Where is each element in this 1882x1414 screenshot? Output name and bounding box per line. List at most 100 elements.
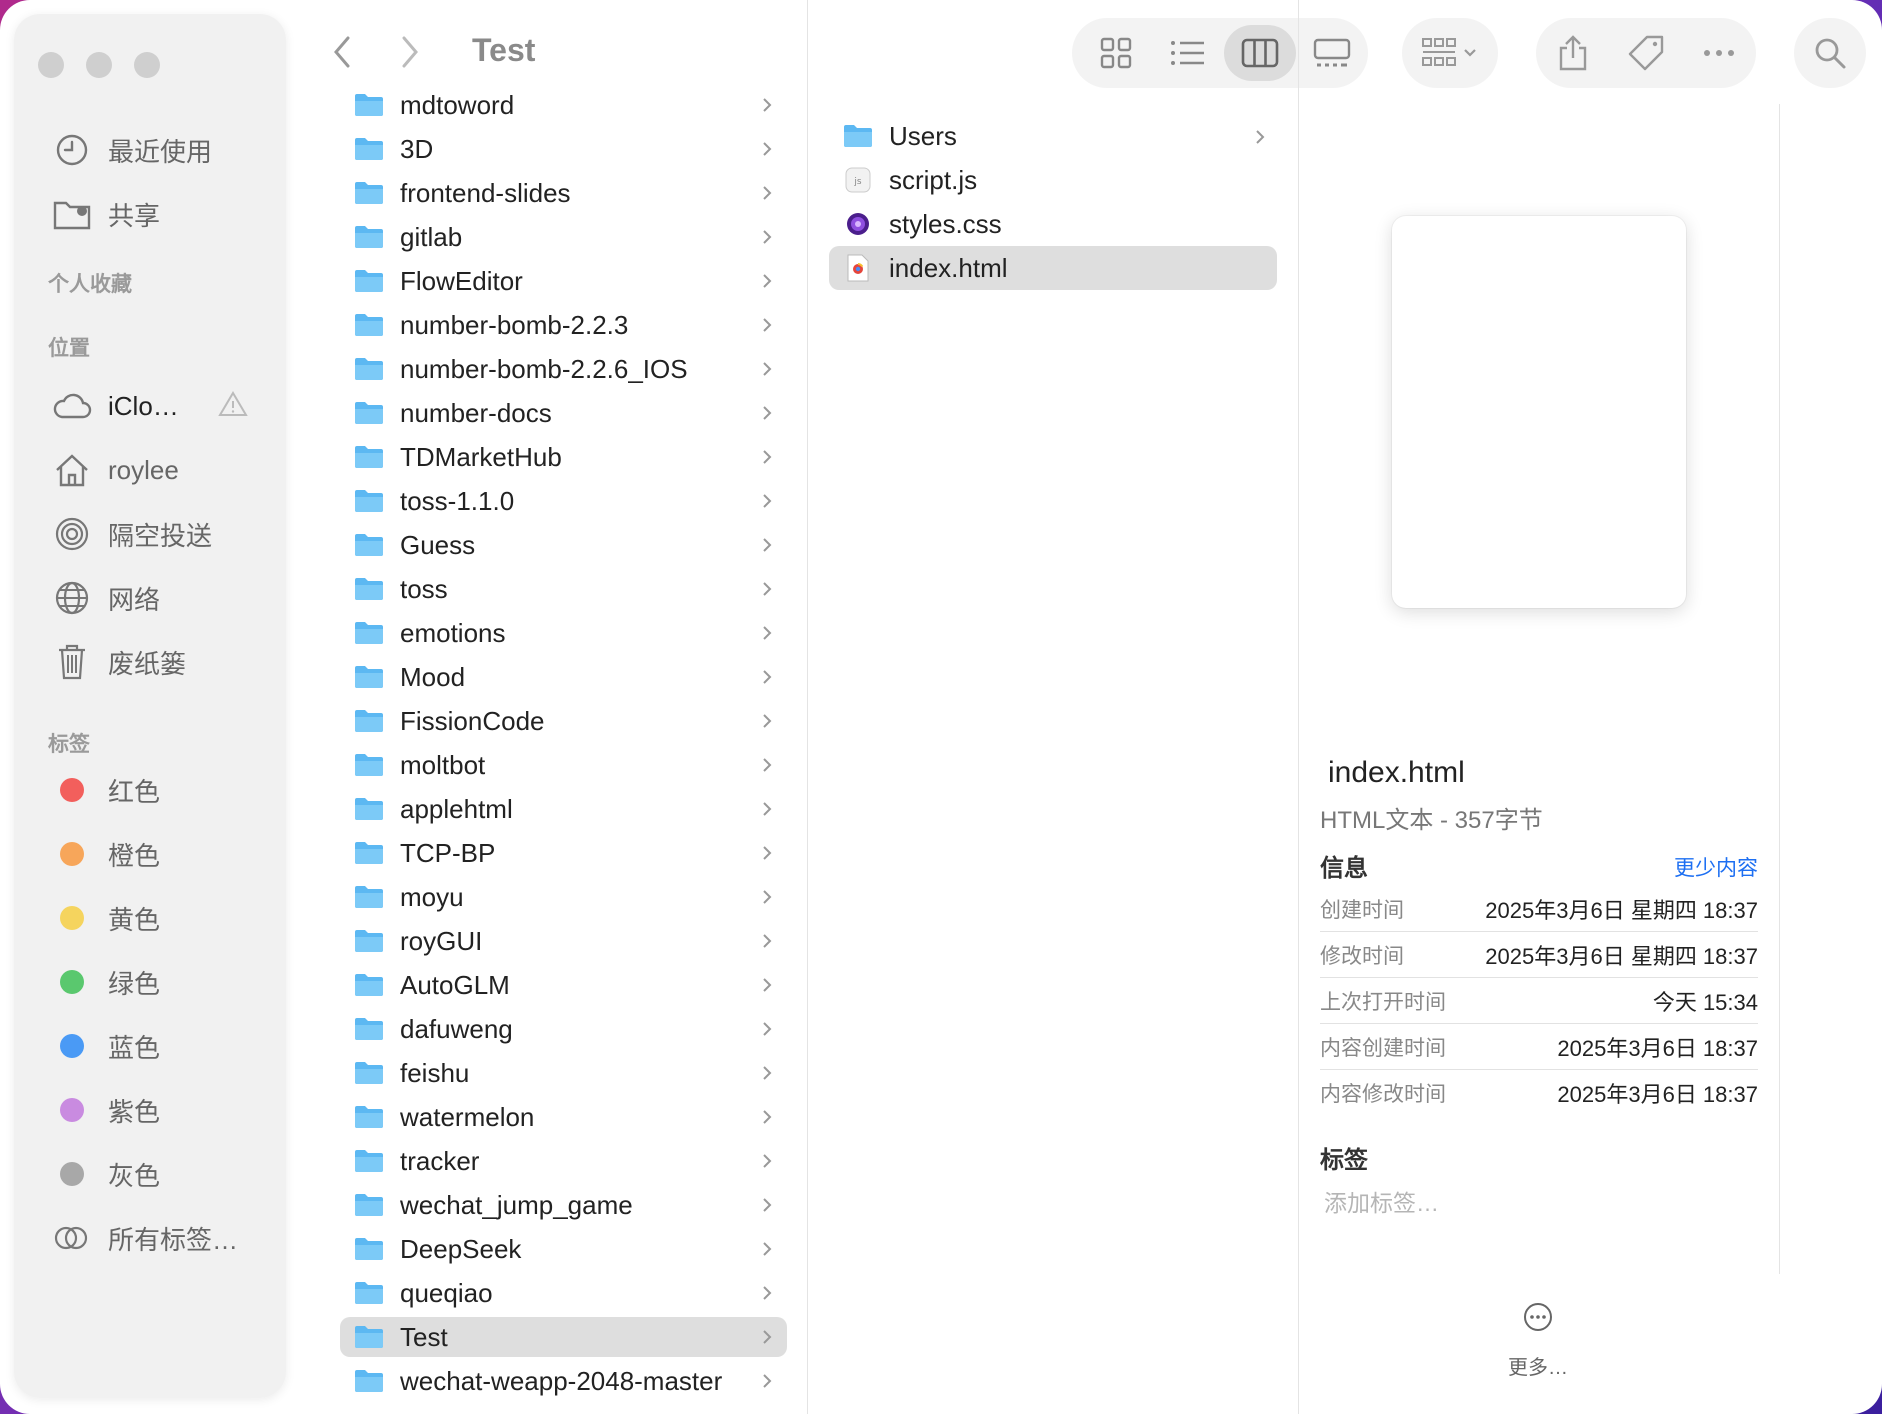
sidebar-item-network[interactable]: 网络 (52, 572, 160, 624)
folder-row[interactable]: feishu (340, 1053, 787, 1093)
folder-name: watermelon (400, 1101, 535, 1132)
folder-row[interactable]: wechat_jump_game (340, 1185, 787, 1225)
chevron-right-icon (757, 405, 777, 421)
folder-icon (354, 577, 384, 601)
folder-name: number-bomb-2.2.6_IOS (400, 353, 688, 384)
folder-row[interactable]: applehtml (340, 789, 787, 829)
chevron-right-icon (757, 1197, 777, 1213)
sidebar-item-recents[interactable]: 最近使用 (52, 124, 212, 176)
folder-row[interactable]: 3D (340, 129, 787, 169)
folder-row[interactable]: DeepSeek (340, 1229, 787, 1269)
more-button[interactable]: 更多… (1468, 1302, 1608, 1380)
folder-name: dafuweng (400, 1013, 513, 1044)
file-row-users[interactable]: Users (829, 114, 1277, 158)
folder-row[interactable]: dafuweng (340, 1009, 787, 1049)
zoom-button[interactable] (134, 52, 160, 78)
file-row-script-js[interactable]: js script.js (829, 158, 1277, 202)
folder-row[interactable]: Test (340, 1317, 787, 1357)
folder-row[interactable]: gitlab (340, 217, 787, 257)
sidebar-item-airdrop[interactable]: 隔空投送 (52, 508, 212, 560)
sidebar-item-home[interactable]: roylee (52, 444, 179, 496)
folder-row[interactable]: AutoGLM (340, 965, 787, 1005)
folder-row[interactable]: FissionCode (340, 701, 787, 741)
file-thumbnail (1392, 216, 1686, 608)
warning-icon[interactable] (218, 390, 248, 423)
shared-folder-icon (52, 194, 92, 234)
column-2: Users js script.js styles.css index.html (809, 0, 1299, 1414)
info-key: 内容修改时间 (1320, 1083, 1446, 1106)
chevron-right-icon (757, 1373, 777, 1389)
folder-row[interactable]: number-bomb-2.2.3 (340, 305, 787, 345)
folder-icon (354, 797, 384, 821)
folder-row[interactable]: moyu (340, 877, 787, 917)
folder-row[interactable]: TCP-BP (340, 833, 787, 873)
tag-dot-icon (52, 834, 92, 874)
folder-row[interactable]: queqiao (340, 1273, 787, 1313)
folder-row[interactable]: emotions (340, 613, 787, 653)
chevron-right-icon (757, 493, 777, 509)
folder-icon (354, 709, 384, 733)
folder-icon (354, 93, 384, 117)
folder-name: wechat_jump_game (400, 1189, 633, 1220)
sidebar-tag-red[interactable]: 红色 (52, 764, 160, 816)
info-row-created: 创建时间 2025年3月6日 星期四 18:37 (1320, 886, 1758, 932)
folder-row[interactable]: mdtoword (340, 85, 787, 125)
folder-row[interactable]: Guess (340, 525, 787, 565)
chevron-right-icon (757, 141, 777, 157)
sidebar-all-tags[interactable]: 所有标签… (52, 1212, 238, 1264)
sidebar-tag-blue[interactable]: 蓝色 (52, 1020, 160, 1072)
tag-label: 蓝色 (108, 1032, 161, 1063)
sidebar-tag-purple[interactable]: 紫色 (52, 1084, 160, 1136)
folder-name: gitlab (400, 221, 463, 252)
folder-row[interactable]: toss (340, 569, 787, 609)
sidebar-item-shared[interactable]: 共享 (52, 188, 160, 240)
tag-label: 橙色 (108, 840, 161, 871)
folder-row[interactable]: number-bomb-2.2.6_IOS (340, 349, 787, 389)
folder-icon (354, 841, 384, 865)
file-row-index-html[interactable]: index.html (829, 246, 1277, 290)
sidebar-tag-green[interactable]: 绿色 (52, 956, 160, 1008)
folder-icon (354, 225, 384, 249)
folder-row[interactable]: frontend-slides (340, 173, 787, 213)
folder-row[interactable]: tracker (340, 1141, 787, 1181)
folder-icon (354, 1149, 384, 1173)
add-tags-field[interactable]: 添加标签… (1324, 1184, 1439, 1218)
folder-row[interactable]: royGUI (340, 921, 787, 961)
folder-name: number-docs (400, 397, 552, 428)
chevron-right-icon (757, 1153, 777, 1169)
folder-row[interactable]: moltbot (340, 745, 787, 785)
folder-row[interactable]: TDMarketHub (340, 437, 787, 477)
search-button[interactable] (1794, 18, 1866, 88)
folder-icon (354, 313, 384, 337)
chevron-right-icon (757, 361, 777, 377)
chevron-right-icon (757, 1021, 777, 1037)
tag-label: 紫色 (108, 1096, 161, 1127)
folder-row[interactable]: number-docs (340, 393, 787, 433)
sidebar-tag-gray[interactable]: 灰色 (52, 1148, 160, 1200)
sidebar-item-label: 所有标签… (108, 1224, 239, 1255)
folder-icon (354, 533, 384, 557)
sidebar-tag-orange[interactable]: 橙色 (52, 828, 160, 880)
preview-file-name: index.html (1328, 756, 1465, 789)
trash-icon (52, 642, 92, 682)
sidebar-item-icloud[interactable]: iClo… (52, 380, 179, 432)
folder-row[interactable]: wechat-weapp-2048-master (340, 1361, 787, 1401)
folder-icon (354, 1325, 384, 1349)
folder-row[interactable]: toss-1.1.0 (340, 481, 787, 521)
chevron-right-icon (757, 889, 777, 905)
folder-row[interactable]: watermelon (340, 1097, 787, 1137)
chevron-right-icon (757, 581, 777, 597)
minimize-button[interactable] (86, 52, 112, 78)
folder-row[interactable]: Mood (340, 657, 787, 697)
folder-name: royGUI (400, 925, 483, 956)
sidebar-item-label: 废纸篓 (108, 648, 187, 679)
show-less-link[interactable]: 更少内容 (1674, 852, 1758, 882)
folder-icon (354, 1017, 384, 1041)
folder-row[interactable]: FlowEditor (340, 261, 787, 301)
sidebar-item-trash[interactable]: 废纸篓 (52, 636, 186, 688)
chevron-right-icon (757, 713, 777, 729)
close-button[interactable] (38, 52, 64, 78)
file-row-styles-css[interactable]: styles.css (829, 202, 1277, 246)
sidebar-tag-yellow[interactable]: 黄色 (52, 892, 160, 944)
favorites-heading: 个人收藏 (48, 273, 132, 296)
